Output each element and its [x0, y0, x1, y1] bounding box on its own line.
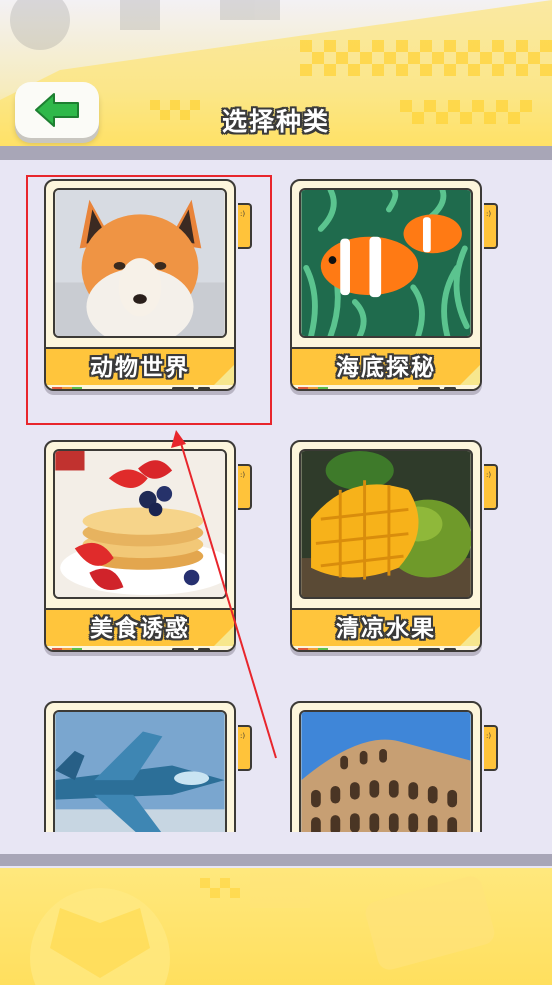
clownfish-photo: [299, 188, 473, 338]
card-tab: :): [484, 725, 498, 771]
card-tab: :): [484, 464, 498, 510]
card-footer: [292, 385, 480, 389]
category-card-aircraft[interactable]: :): [44, 701, 252, 832]
fox-photo: [53, 188, 227, 338]
category-label: 动物世界: [46, 347, 234, 387]
category-label: 清凉水果: [292, 608, 480, 648]
header-divider: [0, 146, 552, 160]
card-footer: [46, 385, 234, 389]
card-footer: [292, 646, 480, 650]
category-list[interactable]: :) 动物世界:) 海底探秘:) 美食诱惑:) 清凉水果:):): [0, 160, 552, 832]
footer-decoration: [0, 868, 552, 985]
colosseum-photo: [299, 710, 473, 832]
category-label: 海底探秘: [292, 347, 480, 387]
card-tab: :): [238, 725, 252, 771]
category-card-landmarks[interactable]: :): [290, 701, 498, 832]
fighter-jet-photo: [53, 710, 227, 832]
mango-photo: [299, 449, 473, 599]
category-card-animals[interactable]: :) 动物世界: [44, 179, 252, 401]
category-card-sea[interactable]: :) 海底探秘: [290, 179, 498, 401]
card-tab: :): [484, 203, 498, 249]
card-footer: [46, 646, 234, 650]
footer-divider: [0, 832, 552, 868]
category-card-food[interactable]: :) 美食诱惑: [44, 440, 252, 662]
category-label: 美食诱惑: [46, 608, 234, 648]
category-card-fruit[interactable]: :) 清凉水果: [290, 440, 498, 662]
header-bar: 选择种类: [0, 0, 552, 150]
card-tab: :): [238, 464, 252, 510]
card-tab: :): [238, 203, 252, 249]
pancakes-photo: [53, 449, 227, 599]
page-title: 选择种类: [221, 107, 330, 136]
